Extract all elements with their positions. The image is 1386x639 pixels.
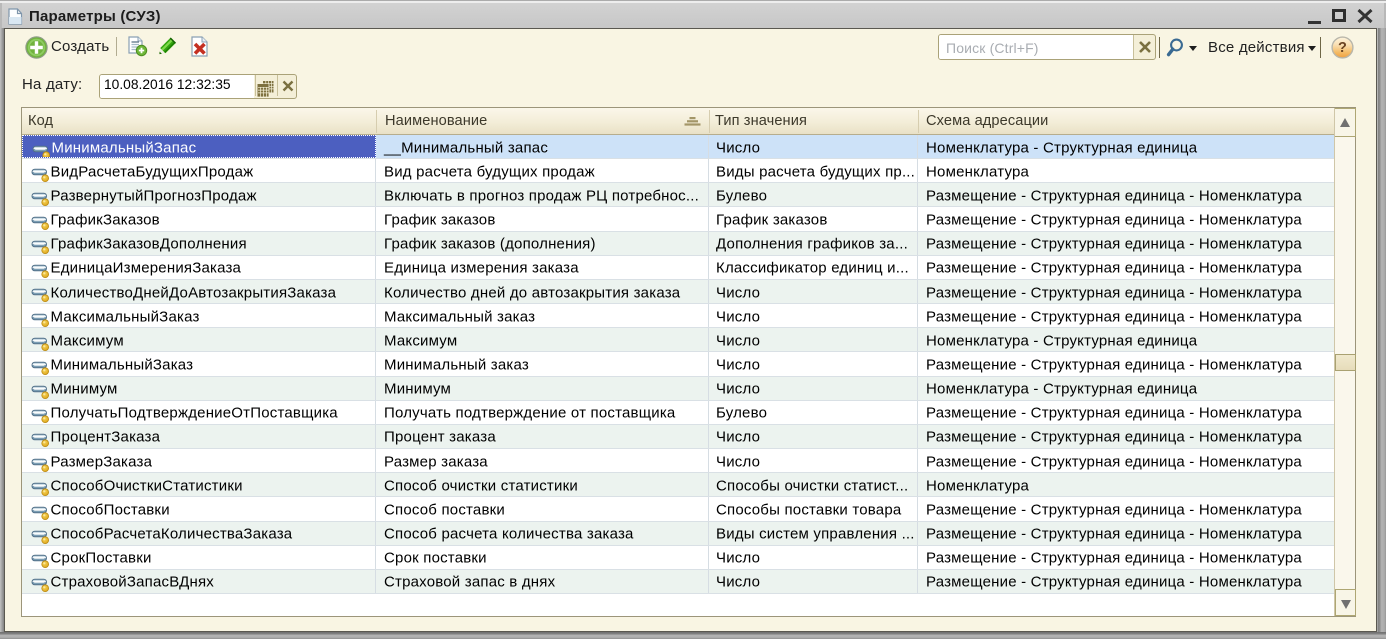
svg-text:?: ?	[1338, 40, 1347, 56]
